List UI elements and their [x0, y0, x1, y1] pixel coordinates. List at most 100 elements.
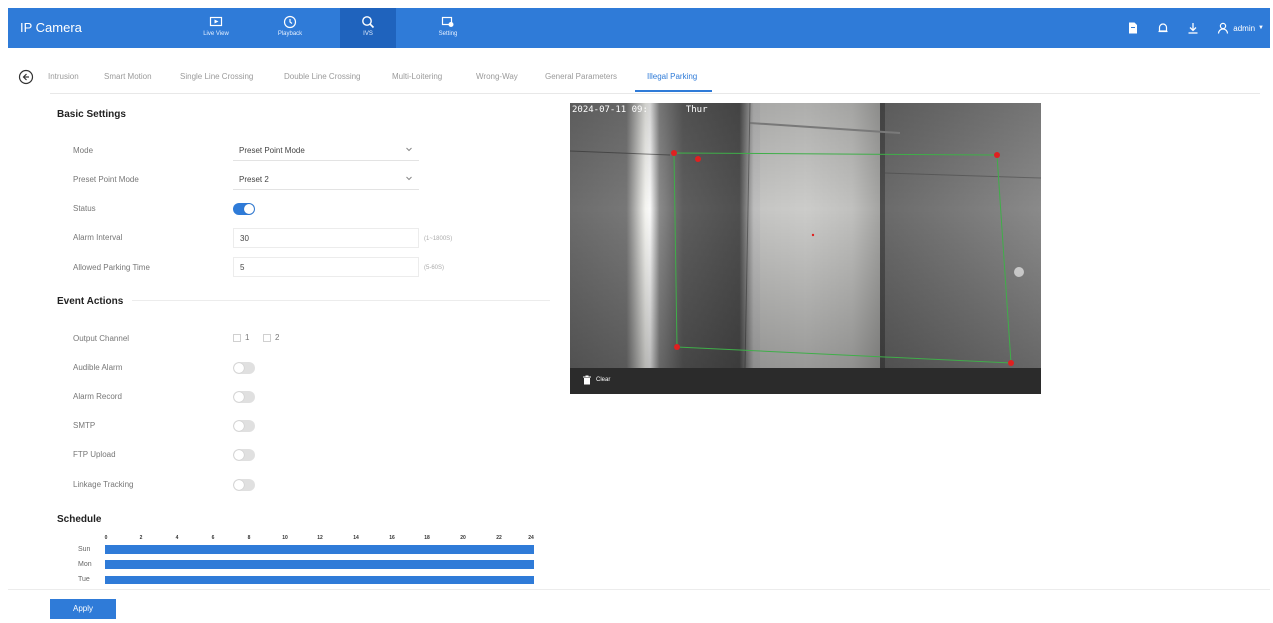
schedule-bar-tue[interactable]: [105, 576, 534, 584]
region-point: [994, 152, 1000, 158]
download-icon[interactable]: [1186, 21, 1200, 35]
schedule-hour-label: 18: [424, 535, 430, 541]
top-navigation-bar: IP Camera Live View Playback IVS Setting…: [8, 8, 1270, 48]
tab-single-line-crossing[interactable]: Single Line Crossing: [180, 72, 253, 81]
nav-setting[interactable]: Setting: [420, 8, 476, 48]
user-icon: [1218, 22, 1229, 34]
nav-ivs[interactable]: IVS: [340, 8, 396, 48]
top-right-actions: admin ▼: [1126, 8, 1264, 48]
tab-general-parameters[interactable]: General Parameters: [545, 72, 617, 81]
video-preview[interactable]: 2024-07-11 09: Thur: [570, 103, 1041, 368]
output-channel-1-checkbox[interactable]: [233, 334, 241, 342]
nav-playback[interactable]: Playback: [262, 8, 318, 48]
schedule-bar-sun[interactable]: [105, 545, 534, 554]
status-label: Status: [73, 204, 96, 213]
output-channel-1-label: 1: [245, 333, 250, 342]
linkage-tracking-toggle[interactable]: [233, 479, 255, 491]
alarm-interval-hint: (1~1800S): [424, 236, 453, 242]
allowed-parking-time-input[interactable]: 5: [233, 257, 419, 277]
mode-label: Mode: [73, 146, 94, 155]
caret-down-icon: ▼: [1258, 25, 1264, 31]
chevron-down-icon: [406, 147, 412, 152]
schedule-title: Schedule: [57, 514, 102, 525]
region-point: [1008, 360, 1014, 366]
clear-button[interactable]: Clear: [582, 375, 610, 385]
user-name: admin: [1233, 23, 1256, 33]
app-title: IP Camera: [20, 20, 82, 35]
tab-multi-loitering[interactable]: Multi-Loitering: [392, 72, 442, 81]
apply-button[interactable]: Apply: [50, 599, 116, 619]
playback-icon: [283, 15, 297, 29]
bottom-divider: [8, 589, 1270, 590]
event-actions-title: Event Actions: [57, 296, 124, 307]
tab-smart-motion[interactable]: Smart Motion: [104, 72, 152, 81]
tabs-row: Intrusion Smart Motion Single Line Cross…: [18, 66, 1260, 94]
schedule-hour-label: 10: [282, 535, 288, 541]
schedule-hour-label: 20: [460, 535, 466, 541]
preset-point-mode-label: Preset Point Mode: [73, 175, 139, 184]
toggle-knob: [234, 363, 244, 373]
bell-icon[interactable]: [1156, 21, 1170, 35]
basic-settings-title: Basic Settings: [57, 109, 126, 120]
region-point: [671, 150, 677, 156]
nav-setting-label: Setting: [438, 31, 458, 37]
nav-live-view-label: Live View: [203, 31, 229, 37]
output-channel-label: Output Channel: [73, 334, 130, 343]
mode-value: Preset Point Mode: [239, 146, 305, 155]
toggle-knob: [234, 450, 244, 460]
schedule-hour-label: 4: [175, 535, 179, 541]
output-channel-2-checkbox[interactable]: [263, 334, 271, 342]
section-divider: [132, 300, 550, 301]
schedule-hour-label: 8: [247, 535, 251, 541]
schedule-hour-label: 2: [139, 535, 143, 541]
schedule-hour-label: 0: [104, 535, 108, 541]
detection-region[interactable]: [570, 103, 1041, 368]
alarm-record-toggle[interactable]: [233, 391, 255, 403]
tab-illegal-parking[interactable]: Illegal Parking: [647, 72, 697, 81]
ivs-icon: [362, 16, 375, 29]
toggle-knob: [234, 480, 244, 490]
schedule-day-tue: Tue: [78, 576, 90, 583]
region-center-point: [811, 233, 815, 237]
allowed-parking-time-label: Allowed Parking Time: [73, 263, 150, 272]
schedule-hour-label: 12: [317, 535, 323, 541]
setting-icon: [441, 16, 454, 27]
audible-alarm-toggle[interactable]: [233, 362, 255, 374]
tab-intrusion[interactable]: Intrusion: [48, 72, 79, 81]
smtp-label: SMTP: [73, 421, 96, 430]
tab-wrong-way[interactable]: Wrong-Way: [476, 72, 518, 81]
schedule-hour-label: 22: [496, 535, 502, 541]
tabs-divider: [50, 93, 1260, 94]
smtp-toggle[interactable]: [233, 420, 255, 432]
toggle-knob: [234, 421, 244, 431]
nav-playback-label: Playback: [277, 31, 303, 37]
tab-double-line-crossing[interactable]: Double Line Crossing: [284, 72, 361, 81]
nav-live-view[interactable]: Live View: [188, 8, 244, 48]
mode-select[interactable]: Preset Point Mode: [233, 141, 419, 161]
preset-value: Preset 2: [239, 175, 269, 184]
chevron-down-icon: [406, 176, 412, 181]
alarm-record-label: Alarm Record: [73, 392, 122, 401]
toggle-knob: [244, 204, 254, 214]
nav-ivs-label: IVS: [363, 31, 373, 37]
linkage-tracking-label: Linkage Tracking: [73, 480, 134, 489]
ftp-upload-label: FTP Upload: [73, 450, 116, 459]
alarm-interval-input[interactable]: 30: [233, 228, 419, 248]
back-icon[interactable]: [18, 69, 34, 85]
document-icon[interactable]: [1126, 21, 1140, 35]
schedule-bar-mon[interactable]: [105, 560, 534, 569]
live-view-icon: [209, 16, 223, 27]
region-point: [695, 156, 701, 162]
alarm-interval-label: Alarm Interval: [73, 233, 123, 242]
toggle-knob: [234, 392, 244, 402]
user-menu[interactable]: admin ▼: [1216, 21, 1264, 35]
schedule-day-sun: Sun: [78, 546, 91, 553]
schedule-hour-label: 16: [389, 535, 395, 541]
video-timestamp: 2024-07-11 09: Thur: [572, 105, 708, 115]
status-toggle[interactable]: [233, 203, 255, 215]
active-tab-indicator: [635, 90, 712, 92]
preset-select[interactable]: Preset 2: [233, 170, 419, 190]
video-toolbar: Clear: [570, 368, 1041, 394]
schedule-hour-label: 6: [211, 535, 215, 541]
ftp-upload-toggle[interactable]: [233, 449, 255, 461]
